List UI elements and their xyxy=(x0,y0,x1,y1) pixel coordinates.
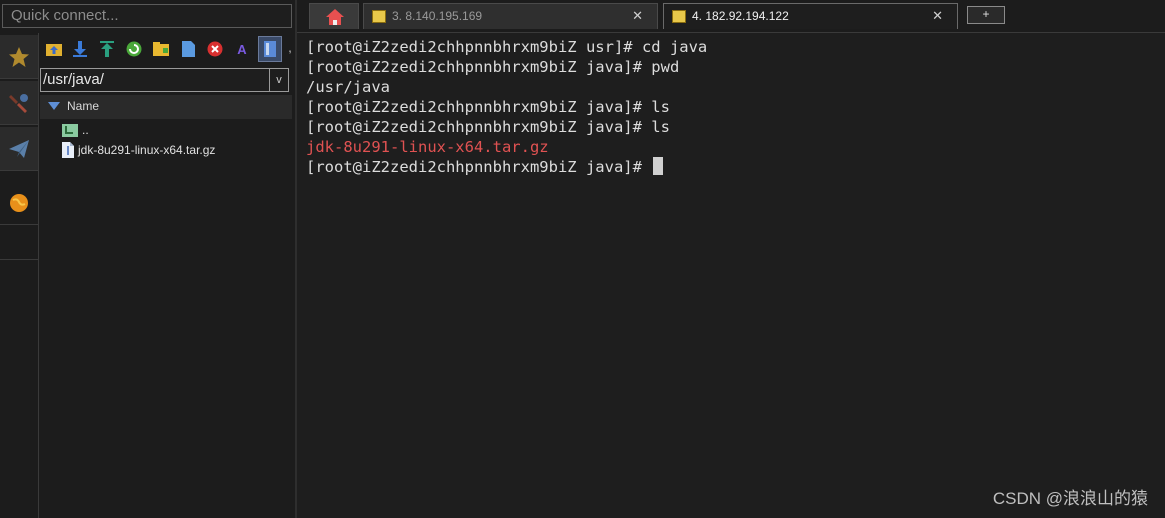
chevron-down-icon[interactable]: v xyxy=(269,69,288,91)
close-icon[interactable]: ✕ xyxy=(932,8,943,24)
star-icon xyxy=(9,46,29,67)
folder-up-icon[interactable] xyxy=(45,40,63,58)
sort-arrow-icon xyxy=(48,102,60,110)
delete-icon[interactable] xyxy=(206,40,224,58)
terminal-line: [root@iZ2zedi2chhpnnbhrxm9biZ java]# pwd xyxy=(306,58,680,76)
upload-icon[interactable] xyxy=(98,40,116,58)
properties-icon[interactable] xyxy=(258,36,282,62)
close-icon[interactable]: ✕ xyxy=(632,8,643,24)
new-folder-icon[interactable] xyxy=(152,40,170,58)
file-icon xyxy=(62,142,74,158)
toolbar-overflow-icon[interactable]: , xyxy=(286,40,294,58)
sidebar-item-tools[interactable] xyxy=(0,81,38,125)
tools-icon xyxy=(9,93,28,113)
session-icon xyxy=(372,10,386,23)
column-name-header: Name xyxy=(67,99,100,113)
tab-label: 3. 8.140.195.169 xyxy=(392,9,483,23)
sftp-path-value: /usr/java/ xyxy=(43,71,104,88)
terminal-prompt-line: [root@iZ2zedi2chhpnnbhrxm9biZ java]# xyxy=(306,157,664,177)
rail-divider xyxy=(0,259,38,260)
parent-folder-icon xyxy=(62,124,78,137)
home-icon xyxy=(326,9,344,25)
sidebar-rail xyxy=(0,33,39,518)
sidebar-item-bookmarks[interactable] xyxy=(0,35,38,79)
list-item[interactable]: .. xyxy=(62,121,89,139)
terminal-prompt: [root@iZ2zedi2chhpnnbhrxm9biZ java]# xyxy=(306,158,652,176)
terminal-line: [root@iZ2zedi2chhpnnbhrxm9biZ usr]# cd j… xyxy=(306,38,708,56)
left-panel: Quick connect... A , /usr/java/ v Name .… xyxy=(0,0,296,518)
sidebar-item-send[interactable] xyxy=(0,127,38,171)
refresh-icon[interactable] xyxy=(125,40,143,58)
terminal-line: [root@iZ2zedi2chhpnnbhrxm9biZ java]# ls xyxy=(306,118,670,136)
terminal[interactable]: [root@iZ2zedi2chhpnnbhrxm9biZ usr]# cd j… xyxy=(297,32,1165,518)
tab-session-4[interactable]: 4. 182.92.194.122 ✕ xyxy=(663,3,958,29)
file-list-header[interactable]: Name xyxy=(40,95,292,119)
terminal-line: [root@iZ2zedi2chhpnnbhrxm9biZ java]# ls xyxy=(306,98,670,116)
tab-bar: 3. 8.140.195.169 ✕ 4. 182.92.194.122 ✕ + xyxy=(297,0,1165,32)
globe-icon xyxy=(10,193,28,212)
terminal-line: jdk-8u291-linux-x64.tar.gz xyxy=(306,138,549,156)
sftp-path-field[interactable]: /usr/java/ v xyxy=(40,68,289,92)
file-name: jdk-8u291-linux-x64.tar.gz xyxy=(78,143,216,157)
paper-plane-icon xyxy=(9,139,29,158)
watermark: CSDN @浪浪山的猿 xyxy=(992,489,1148,508)
session-icon xyxy=(672,10,686,23)
download-icon[interactable] xyxy=(71,40,89,58)
file-name: .. xyxy=(82,123,89,137)
new-tab-button[interactable]: + xyxy=(967,6,1005,24)
sftp-toolbar: A , xyxy=(40,36,296,66)
new-file-icon[interactable] xyxy=(179,40,197,58)
terminal-line: /usr/java xyxy=(306,78,390,96)
tab-session-3[interactable]: 3. 8.140.195.169 ✕ xyxy=(363,3,658,29)
text-cursor xyxy=(653,157,664,175)
list-item[interactable]: jdk-8u291-linux-x64.tar.gz xyxy=(62,141,215,159)
rename-icon[interactable]: A xyxy=(233,40,251,58)
tab-home[interactable] xyxy=(309,3,359,29)
quick-connect-input[interactable]: Quick connect... xyxy=(2,4,292,28)
sidebar-item-sftp[interactable] xyxy=(0,181,38,225)
tab-label: 4. 182.92.194.122 xyxy=(692,9,789,23)
